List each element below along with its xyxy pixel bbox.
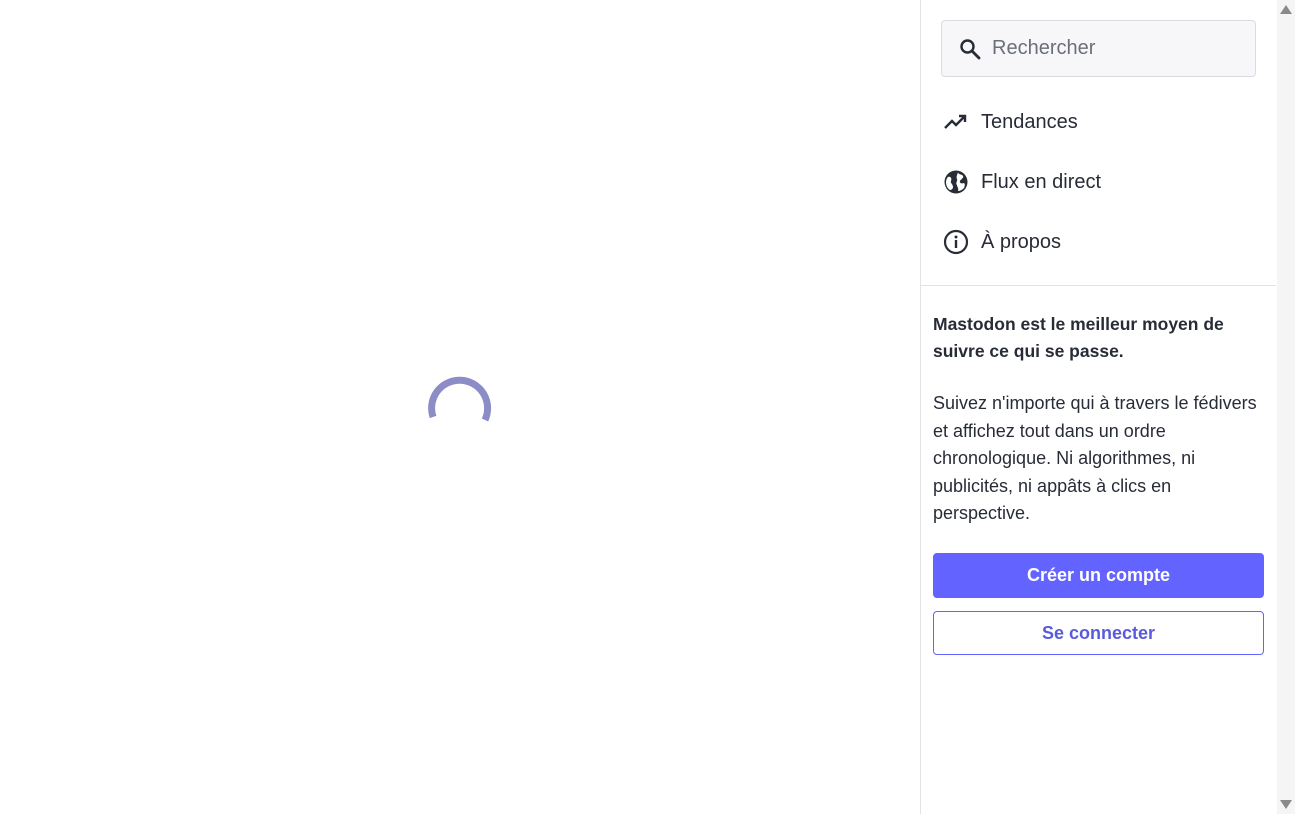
trending-up-icon: [944, 114, 967, 129]
promo-body: Suivez n'importe qui à travers le fédive…: [933, 393, 1257, 523]
create-account-button[interactable]: Créer un compte: [933, 553, 1264, 598]
page-scrollbar[interactable]: [1277, 0, 1295, 814]
signup-promo: Mastodon est le meilleur moyen de suivre…: [933, 311, 1264, 528]
sidebar: Tendances Flux en direct À propos: [920, 0, 1276, 814]
search-input[interactable]: [992, 37, 1232, 60]
search-box[interactable]: [941, 20, 1256, 77]
nav-item-label: Tendances: [981, 110, 1078, 133]
loading-spinner-icon: [428, 376, 492, 422]
app-window: Tendances Flux en direct À propos: [0, 0, 1295, 814]
scroll-down-arrow-icon[interactable]: [1279, 797, 1293, 811]
sidebar-divider: [921, 285, 1276, 286]
login-button[interactable]: Se connecter: [933, 611, 1264, 655]
nav-item-live-feed[interactable]: Flux en direct: [921, 152, 1276, 212]
sidebar-nav: Tendances Flux en direct À propos: [921, 92, 1276, 272]
nav-item-label: À propos: [981, 230, 1062, 253]
globe-icon: [944, 170, 968, 194]
nav-item-about[interactable]: À propos: [921, 212, 1276, 272]
search-icon: [960, 38, 981, 59]
scroll-up-arrow-icon[interactable]: [1279, 3, 1293, 17]
info-icon: [943, 229, 969, 255]
main-column: [0, 0, 920, 814]
nav-item-trending[interactable]: Tendances: [921, 92, 1276, 152]
promo-headline: Mastodon est le meilleur moyen de suivre…: [933, 314, 1224, 361]
nav-item-label: Flux en direct: [981, 170, 1102, 193]
